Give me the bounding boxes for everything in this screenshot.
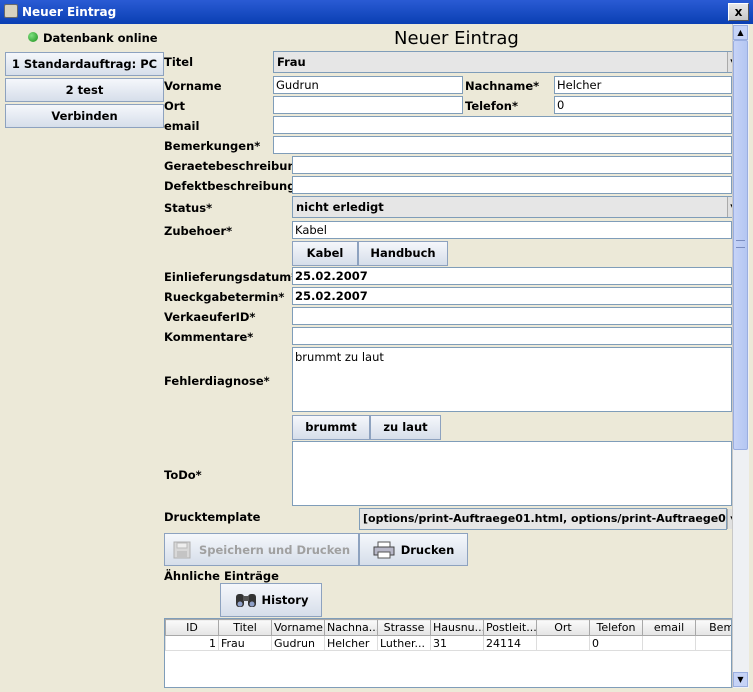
close-button[interactable]: x bbox=[728, 3, 749, 21]
column-header[interactable]: Strasse bbox=[377, 619, 431, 636]
column-header[interactable]: Ort bbox=[536, 619, 590, 636]
window-titlebar[interactable]: Neuer Eintrag x bbox=[0, 0, 753, 24]
email-label: email bbox=[164, 119, 200, 133]
einlieferungsdatum-label: Einlieferungsdatum* bbox=[164, 270, 298, 284]
handbuch-button[interactable]: Handbuch bbox=[358, 241, 448, 266]
status-select[interactable]: nicht erledigt bbox=[292, 196, 732, 218]
geraetebeschreibung-label: Geraetebeschreibung* bbox=[164, 159, 310, 173]
grip-icon bbox=[736, 240, 745, 248]
defektbeschreibung-label: Defektbeschreibung* bbox=[164, 179, 302, 193]
drucktemplate-select[interactable]: [options/print-Auftraege01.html, options… bbox=[359, 508, 727, 530]
table-cell: 1 bbox=[165, 635, 219, 651]
java-app-icon bbox=[4, 4, 18, 18]
verkaeuferid-field[interactable] bbox=[292, 307, 732, 325]
similar-entries-label: Ähnliche Einträge bbox=[164, 569, 279, 583]
table-cell: 31 bbox=[430, 635, 484, 651]
save-print-label: Speichern und Drucken bbox=[198, 542, 351, 557]
table-cell: Helcher bbox=[324, 635, 378, 651]
db-status-label: Datenbank online bbox=[43, 31, 158, 45]
zu-laut-button[interactable]: zu laut bbox=[370, 415, 441, 440]
kommentare-field[interactable] bbox=[292, 327, 732, 345]
column-header[interactable]: Vorname bbox=[271, 619, 325, 636]
status-label: Status* bbox=[164, 201, 213, 215]
scroll-up-icon[interactable]: ▲ bbox=[733, 25, 748, 40]
table-row[interactable]: 1 Frau Gudrun Helcher Luther... 31 24114… bbox=[165, 635, 731, 651]
similar-entries-table[interactable]: ID Titel Vorname Nachna... Strasse Hausn… bbox=[164, 618, 732, 688]
printer-icon bbox=[373, 541, 395, 558]
column-header[interactable]: email bbox=[642, 619, 696, 636]
binoculars-icon bbox=[235, 594, 256, 607]
page-title: Neuer Eintrag bbox=[394, 28, 519, 49]
print-label: Drucken bbox=[400, 542, 455, 557]
save-print-button[interactable]: Speichern und Drucken bbox=[164, 533, 359, 566]
zubehoer-label: Zubehoer* bbox=[164, 224, 233, 238]
fehlerdiagnose-label: Fehlerdiagnose* bbox=[164, 374, 270, 388]
table-cell bbox=[642, 635, 696, 651]
defektbeschreibung-field[interactable] bbox=[292, 176, 732, 194]
table-cell: 0 bbox=[589, 635, 643, 651]
save-icon bbox=[173, 541, 191, 558]
einlieferungsdatum-field[interactable]: 25.02.2007 bbox=[292, 267, 732, 285]
todo-label: ToDo* bbox=[164, 468, 202, 482]
todo-textarea[interactable] bbox=[292, 441, 732, 506]
column-header[interactable]: Hausnu... bbox=[430, 619, 484, 636]
vorname-label: Vorname bbox=[164, 79, 222, 93]
column-header[interactable]: Postleit... bbox=[483, 619, 537, 636]
ort-label: Ort bbox=[164, 99, 185, 113]
history-label: History bbox=[261, 593, 309, 607]
verkaeuferid-label: VerkaeuferID* bbox=[164, 310, 256, 324]
telefon-label: Telefon* bbox=[465, 99, 518, 113]
vorname-field[interactable]: Gudrun bbox=[273, 76, 463, 94]
email-field[interactable] bbox=[273, 116, 732, 134]
rueckgabetermin-label: Rueckgabetermin* bbox=[164, 290, 285, 304]
rueckgabetermin-field[interactable]: 25.02.2007 bbox=[292, 287, 732, 305]
titel-select[interactable]: Frau bbox=[273, 51, 732, 73]
bemerkungen-label: Bemerkungen* bbox=[164, 139, 261, 153]
sidebar-item-standardauftrag[interactable]: 1 Standardauftrag: PC bbox=[5, 52, 164, 76]
scroll-down-icon[interactable]: ▼ bbox=[733, 672, 748, 687]
column-header[interactable]: Titel bbox=[218, 619, 272, 636]
column-header[interactable]: Telefon bbox=[589, 619, 643, 636]
brummt-button[interactable]: brummt bbox=[292, 415, 370, 440]
bemerkungen-field[interactable] bbox=[273, 136, 732, 154]
db-status-icon bbox=[28, 32, 38, 42]
table-cell bbox=[536, 635, 590, 651]
titel-label: Titel bbox=[164, 55, 194, 69]
kommentare-label: Kommentare* bbox=[164, 330, 254, 344]
drucktemplate-label: Drucktemplate bbox=[164, 510, 261, 524]
table-cell: Luther... bbox=[377, 635, 431, 651]
table-cell: 24114 bbox=[483, 635, 537, 651]
nachname-label: Nachname* bbox=[465, 79, 540, 93]
kabel-button[interactable]: Kabel bbox=[292, 241, 358, 266]
fehlerdiagnose-textarea[interactable]: brummt zu laut bbox=[292, 347, 732, 412]
telefon-field[interactable]: 0 bbox=[554, 96, 732, 114]
table-cell: Gudrun bbox=[271, 635, 325, 651]
table-cell: Frau bbox=[218, 635, 272, 651]
ort-field[interactable] bbox=[273, 96, 463, 114]
history-button[interactable]: History bbox=[220, 583, 322, 617]
column-header[interactable]: Nachna... bbox=[324, 619, 378, 636]
sidebar-item-verbinden[interactable]: Verbinden bbox=[5, 104, 164, 128]
zubehoer-field[interactable]: Kabel bbox=[292, 221, 732, 239]
print-button[interactable]: Drucken bbox=[359, 533, 468, 566]
column-header[interactable]: Bemerk bbox=[695, 619, 731, 636]
column-header[interactable]: ID bbox=[165, 619, 219, 636]
geraetebeschreibung-field[interactable] bbox=[292, 156, 732, 174]
table-cell bbox=[695, 635, 731, 651]
sidebar-item-test[interactable]: 2 test bbox=[5, 78, 164, 102]
window-title: Neuer Eintrag bbox=[22, 5, 117, 19]
table-header-row: ID Titel Vorname Nachna... Strasse Hausn… bbox=[165, 619, 731, 636]
nachname-field[interactable]: Helcher bbox=[554, 76, 732, 94]
